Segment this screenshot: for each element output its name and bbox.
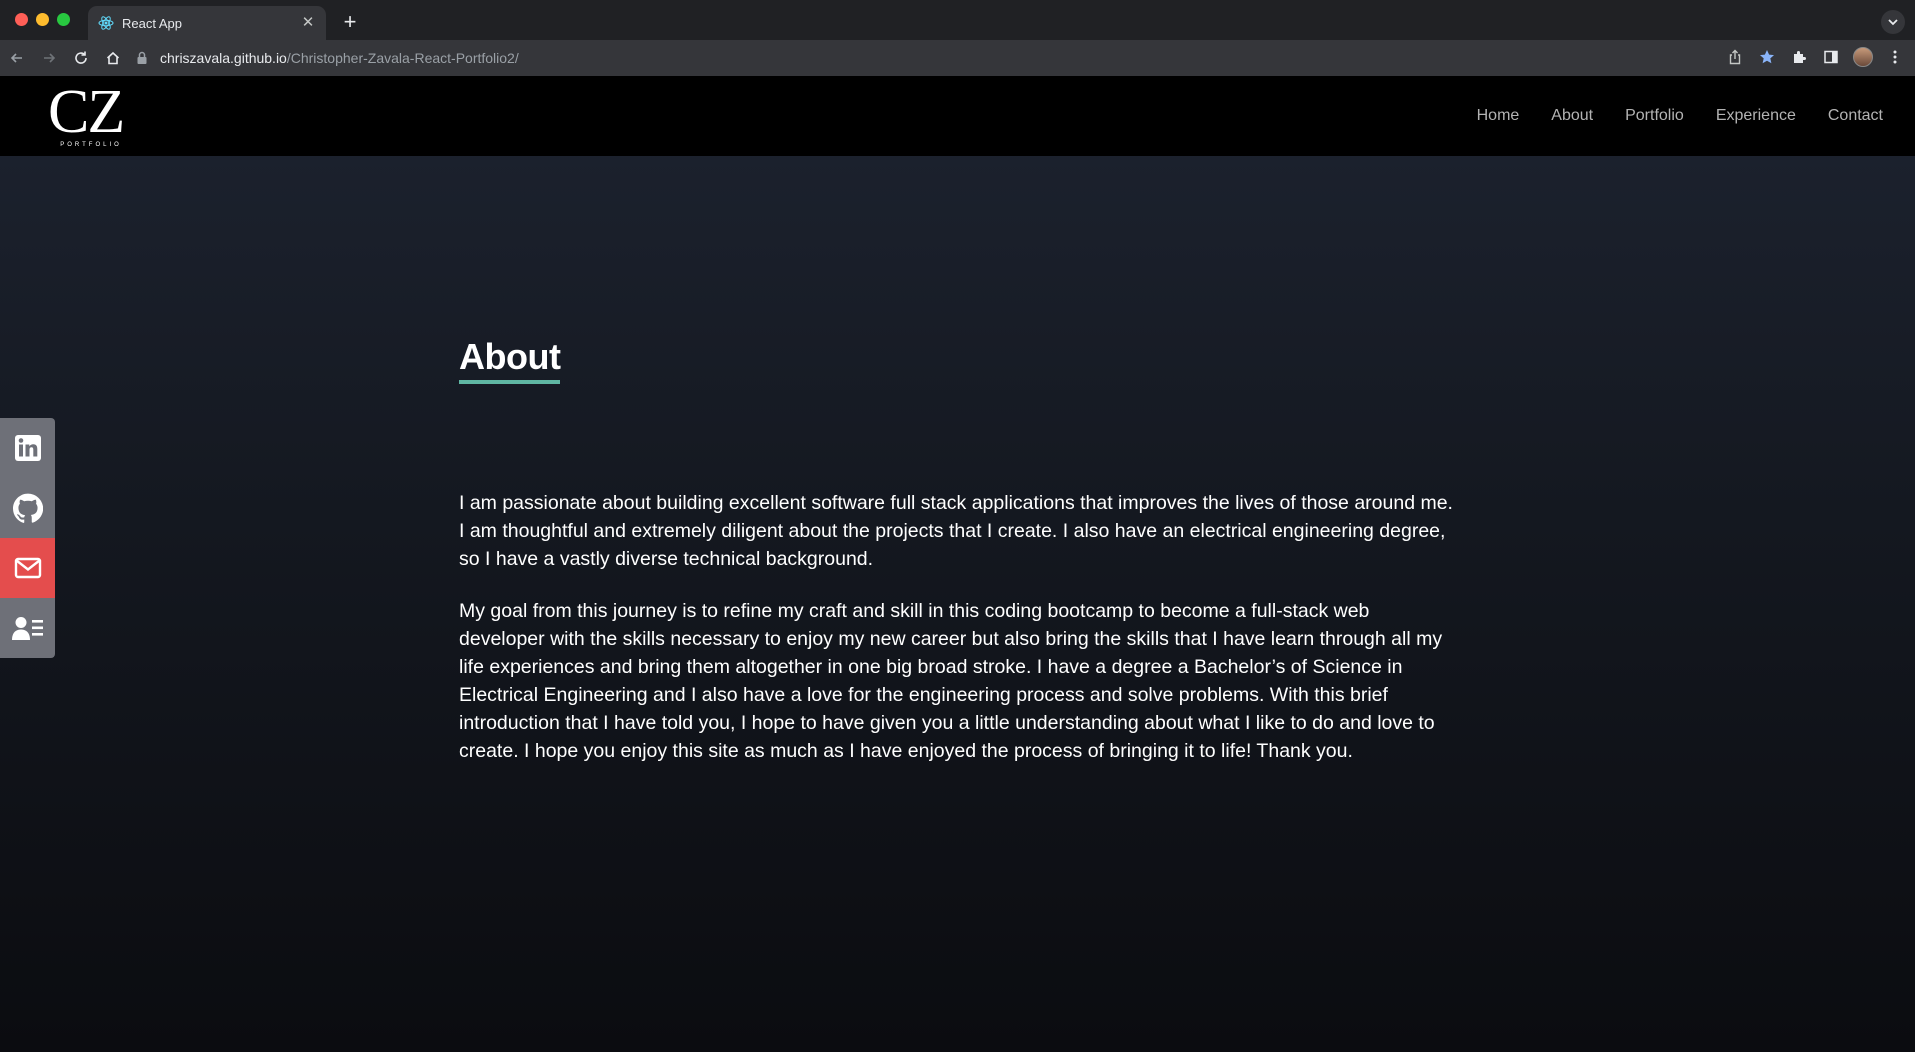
bookmark-button[interactable] [1755, 45, 1779, 69]
github-link[interactable] [0, 478, 55, 538]
logo-subtitle: PORTFOLIO [60, 142, 122, 148]
social-sidebar [0, 418, 55, 658]
nav-link-portfolio[interactable]: Portfolio [1625, 107, 1684, 125]
close-tab-icon[interactable]: ✕ [300, 15, 316, 31]
site-navbar: CZ PORTFOLIO Home About Portfolio Experi… [0, 76, 1915, 156]
extensions-button[interactable] [1787, 45, 1811, 69]
address-bar[interactable]: chriszavala.github.io/Christopher-Zavala… [136, 44, 1696, 72]
resume-link[interactable] [0, 598, 55, 658]
maximize-window-button[interactable] [57, 13, 70, 26]
side-panel-icon [1824, 50, 1838, 64]
about-paragraph-2: My goal from this journey is to refine m… [459, 600, 1443, 762]
reload-button[interactable] [66, 43, 96, 73]
browser-tab[interactable]: React App ✕ [88, 6, 326, 40]
minimize-window-button[interactable] [36, 13, 49, 26]
browser-menu-button[interactable] [1883, 45, 1907, 69]
back-button[interactable] [2, 43, 32, 73]
avatar [1853, 47, 1873, 67]
site-logo[interactable]: CZ PORTFOLIO [48, 80, 134, 156]
arrow-right-icon [44, 53, 56, 63]
home-button[interactable] [98, 43, 128, 73]
side-panel-button[interactable] [1819, 45, 1843, 69]
browser-toolbar: chriszavala.github.io/Christopher-Zavala… [0, 40, 1915, 76]
share-button[interactable] [1723, 45, 1747, 69]
home-icon [106, 51, 120, 65]
puzzle-icon [1794, 51, 1806, 63]
about-paragraph-1: I am passionate about building excellent… [459, 492, 1453, 570]
page-content: CZ PORTFOLIO Home About Portfolio Experi… [0, 76, 1915, 1052]
url-host: chriszavala.github.io [160, 50, 287, 66]
reload-icon [75, 51, 87, 64]
nav-link-experience[interactable]: Experience [1716, 107, 1796, 125]
linkedin-icon [14, 435, 41, 461]
share-icon [1729, 49, 1741, 65]
email-link[interactable] [0, 538, 55, 598]
logo-mark: CZ [48, 78, 125, 146]
url-path: /Christopher-Zavala-React-Portfolio2/ [286, 50, 519, 66]
nav-link-about[interactable]: About [1551, 107, 1593, 125]
chevron-down-icon [1888, 19, 1898, 26]
forward-button[interactable] [34, 43, 64, 73]
nav-link-home[interactable]: Home [1477, 107, 1520, 125]
close-window-button[interactable] [15, 13, 28, 26]
toolbar-actions [1723, 45, 1907, 69]
star-icon [1760, 50, 1774, 64]
more-vertical-icon [1893, 50, 1897, 64]
browser-tab-bar: React App ✕ + [0, 0, 1915, 40]
resume-icon [11, 617, 43, 640]
main-menu: Home About Portfolio Experience Contact [1477, 76, 1883, 156]
new-tab-button[interactable]: + [337, 10, 363, 36]
profile-button[interactable] [1851, 45, 1875, 69]
arrow-left-icon [10, 53, 22, 63]
about-heading: About [459, 336, 561, 384]
nav-link-contact[interactable]: Contact [1828, 107, 1883, 125]
linkedin-link[interactable] [0, 418, 55, 478]
tab-title: React App [122, 15, 182, 31]
react-icon [98, 15, 114, 31]
tab-search-button[interactable] [1881, 10, 1905, 34]
mail-icon [14, 557, 41, 579]
github-icon [12, 493, 43, 523]
lock-icon [136, 51, 150, 65]
